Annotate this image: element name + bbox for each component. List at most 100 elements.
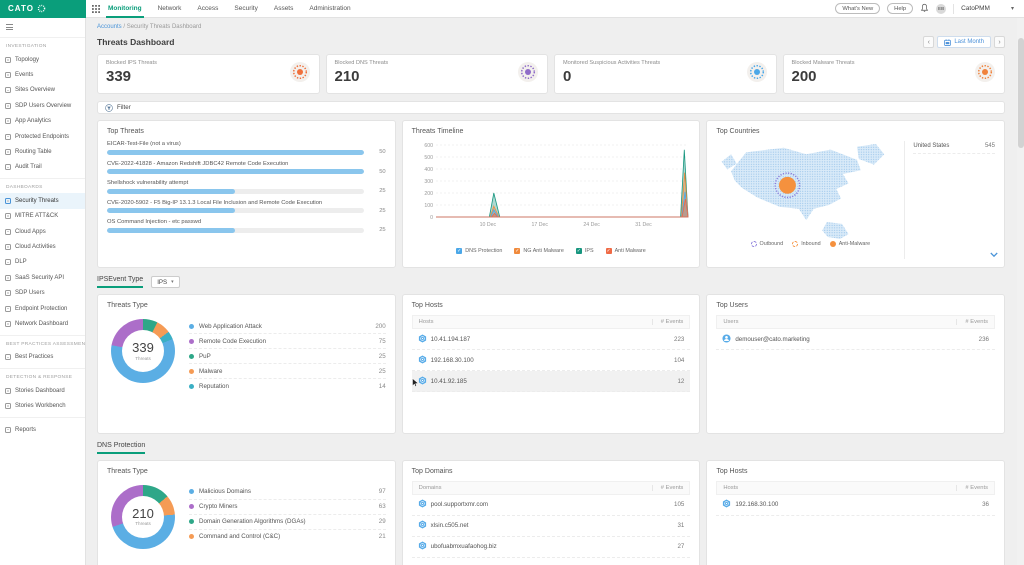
sidebar-item-network-dashboard[interactable]: Network Dashboard (0, 316, 85, 331)
sidebar-item-audit-trail[interactable]: Audit Trail (0, 160, 85, 175)
user-avatar[interactable]: EB (936, 4, 946, 14)
sidebar-item-sites-overview[interactable]: Sites Overview (0, 83, 85, 98)
nav-item-access[interactable]: Access (197, 0, 218, 18)
country-row-united-states[interactable]: United States545 (913, 143, 995, 154)
sidebar-item-reports[interactable]: Reports (0, 422, 85, 437)
table-row-xlsin-c505-net[interactable]: xlsin.c505.net31 (412, 516, 691, 537)
stat-card-blocked-dns-threats[interactable]: Blocked DNS Threats210 (326, 54, 549, 94)
donut-legend-crypto-miners[interactable]: Crypto Miners63 (189, 500, 386, 515)
account-caret-down-icon[interactable]: ▾ (1011, 5, 1014, 12)
stat-card-blocked-malware-threats[interactable]: Blocked Malware Threats200 (783, 54, 1006, 94)
sidebar-item-app-analytics[interactable]: App Analytics (0, 114, 85, 129)
notifications-bell-icon[interactable] (920, 0, 929, 18)
legend-checkbox-icon[interactable]: ✓ (456, 248, 462, 254)
stat-card-value: 339 (106, 69, 157, 84)
table-row-192-168-30-100[interactable]: 192.168.30.100104 (412, 350, 691, 371)
date-prev-chevron-button[interactable]: ‹ (923, 36, 934, 48)
sidebar-item-sdp-users[interactable]: SDP Users (0, 285, 85, 300)
ips-event-type-select[interactable]: IPS ▾ (151, 276, 180, 288)
table-row-10-41-194-187[interactable]: 10.41.194.187223 (412, 329, 691, 350)
legend-checkbox-icon[interactable]: ✓ (606, 248, 612, 254)
page-scrollbar[interactable] (1017, 18, 1024, 565)
timeline-legend-ng-anti-malware[interactable]: ✓NG Anti Malware (514, 248, 563, 254)
threats-timeline-title: Threats Timeline (412, 128, 691, 135)
svg-text:300: 300 (424, 179, 433, 185)
sidebar-item-security-threats[interactable]: Security Threats (0, 193, 85, 208)
donut-legend-malicious-domains[interactable]: Malicious Domains97 (189, 485, 386, 500)
date-next-chevron-button[interactable]: › (994, 36, 1005, 48)
top-threats-title: Top Threats (107, 128, 386, 135)
sidebar-item-routing-table[interactable]: Routing Table (0, 144, 85, 159)
donut-legend-web-application-attack[interactable]: Web Application Attack200 (189, 319, 386, 334)
page-scrollbar-thumb[interactable] (1018, 38, 1024, 148)
nav-item-assets[interactable]: Assets (274, 0, 294, 18)
map-legend-inbound-icon (792, 241, 798, 247)
sidebar-item-protected-endpoints[interactable]: Protected Endpoints (0, 129, 85, 144)
donut-legend-domain-generation-algorithms-dgas[interactable]: Domain Generation Algorithms (DGAs)29 (189, 515, 386, 530)
sidebar-item-endpoint-protection[interactable]: Endpoint Protection (0, 301, 85, 316)
donut-legend-pup[interactable]: PuP25 (189, 349, 386, 364)
sidebar-item-sdp-users-overview[interactable]: SDP Users Overview (0, 98, 85, 113)
table-row-10-41-92-185[interactable]: 10.41.92.18512 (412, 371, 691, 392)
expand-chevron-down-icon[interactable] (990, 245, 998, 263)
sidebar-collapse-hamburger-icon[interactable] (0, 18, 16, 34)
top-threat-row[interactable]: CVE-2020-5902 - F5 Big-IP 13.1.3 Local F… (107, 200, 386, 214)
donut-legend-label: Malware (199, 368, 222, 375)
sidebar-item-topology[interactable]: Topology (0, 52, 85, 67)
stat-card-value: 210 (335, 69, 389, 84)
top-threat-row[interactable]: CVE-2022-41828 - Amazon Redshift JDBC42 … (107, 161, 386, 175)
donut-legend-command-and-control-c-c[interactable]: Command and Control (C&C)21 (189, 530, 386, 544)
table-row-pool-supportxmr-com[interactable]: pool.supportxmr.com105 (412, 495, 691, 516)
nav-item-network[interactable]: Network (158, 0, 182, 18)
sidebar-item-cloud-activities[interactable]: Cloud Activities (0, 239, 85, 254)
sidebar-item-saas-security-api[interactable]: SaaS Security API (0, 270, 85, 285)
table-row-192-168-30-100[interactable]: 192.168.30.10036 (716, 495, 995, 516)
stat-card-monitored-suspicious-activities-threats[interactable]: Monitored Suspicious Activities Threats0 (554, 54, 777, 94)
sidebar-item-dlp[interactable]: DLP (0, 255, 85, 270)
donut-legend-value: 29 (379, 518, 386, 525)
donut-legend-reputation[interactable]: Reputation14 (189, 379, 386, 393)
svg-text:31 Dec: 31 Dec (635, 222, 652, 228)
timeline-legend-anti-malware[interactable]: ✓Anti Malware (606, 248, 646, 254)
legend-checkbox-icon[interactable]: ✓ (576, 248, 582, 254)
table-row-ubofuabmxuafaohog-biz[interactable]: ubofuabmxuafaohog.biz27 (412, 537, 691, 558)
breadcrumb-accounts-link[interactable]: Accounts (97, 24, 122, 30)
sidebar-item-events[interactable]: Events (0, 67, 85, 82)
sidebar-item-mitre-att-ck[interactable]: MITRE ATT&CK (0, 209, 85, 224)
sidebar-item-stories-workbench[interactable]: Stories Workbench (0, 398, 85, 413)
sidebar-item-cloud-apps[interactable]: Cloud Apps (0, 224, 85, 239)
date-range-button[interactable]: Last Month (937, 36, 991, 48)
dns-top-domains-panel: Top Domains Domains# Eventspool.supportx… (402, 460, 701, 565)
donut-legend-remote-code-execution[interactable]: Remote Code Execution75 (189, 334, 386, 349)
filter-bar[interactable]: Filter (97, 101, 1005, 114)
sidebar-item-stories-dashboard[interactable]: Stories Dashboard (0, 383, 85, 398)
sidebar-sections: INVESTIGATIONTopologyEventsSites Overvie… (0, 37, 85, 437)
top-threat-row[interactable]: Shellshock vulnerability attempt25 (107, 180, 386, 194)
table-row-demouser-cato-marketing[interactable]: demouser@cato.marketing236 (716, 329, 995, 350)
nav-item-administration[interactable]: Administration (309, 0, 350, 18)
cato-logo[interactable]: CATO (0, 0, 86, 18)
stat-card-blocked-ips-threats[interactable]: Blocked IPS Threats339 (97, 54, 320, 94)
timeline-legend-dns-protection[interactable]: ✓DNS Protection (456, 248, 502, 254)
nav-item-monitoring[interactable]: Monitoring (108, 0, 142, 18)
account-menu[interactable]: CatoPMM (961, 5, 990, 12)
table-cell-primary: demouser@cato.marketing (735, 336, 809, 343)
whats-new-button[interactable]: What's New (835, 3, 880, 14)
top-threat-bar-line: 50 (107, 149, 386, 155)
legend-checkbox-icon[interactable]: ✓ (514, 248, 520, 254)
top-threat-bar-fill (107, 228, 235, 233)
help-button[interactable]: Help (887, 3, 913, 14)
donut-legend-malware[interactable]: Malware25 (189, 364, 386, 379)
sdp-users-overview-icon (5, 103, 11, 109)
timeline-legend-ips[interactable]: ✓IPS (576, 248, 594, 254)
nav-item-security[interactable]: Security (234, 0, 257, 18)
top-threat-row[interactable]: OS Command Injection - etc passwd25 (107, 219, 386, 233)
sidebar-item-best-practices[interactable]: Best Practices (0, 350, 85, 365)
app-launcher-grid-icon[interactable] (92, 5, 100, 13)
table-header-row: Hosts# Events (412, 315, 691, 329)
donut-legend-label: PuP (199, 353, 211, 360)
top-threat-row[interactable]: EICAR-Test-File (not a virus)50 (107, 141, 386, 155)
top-threat-bar-track (107, 169, 364, 174)
legend-dot-icon (189, 324, 194, 329)
timeline-legend-label: IPS (585, 248, 594, 254)
